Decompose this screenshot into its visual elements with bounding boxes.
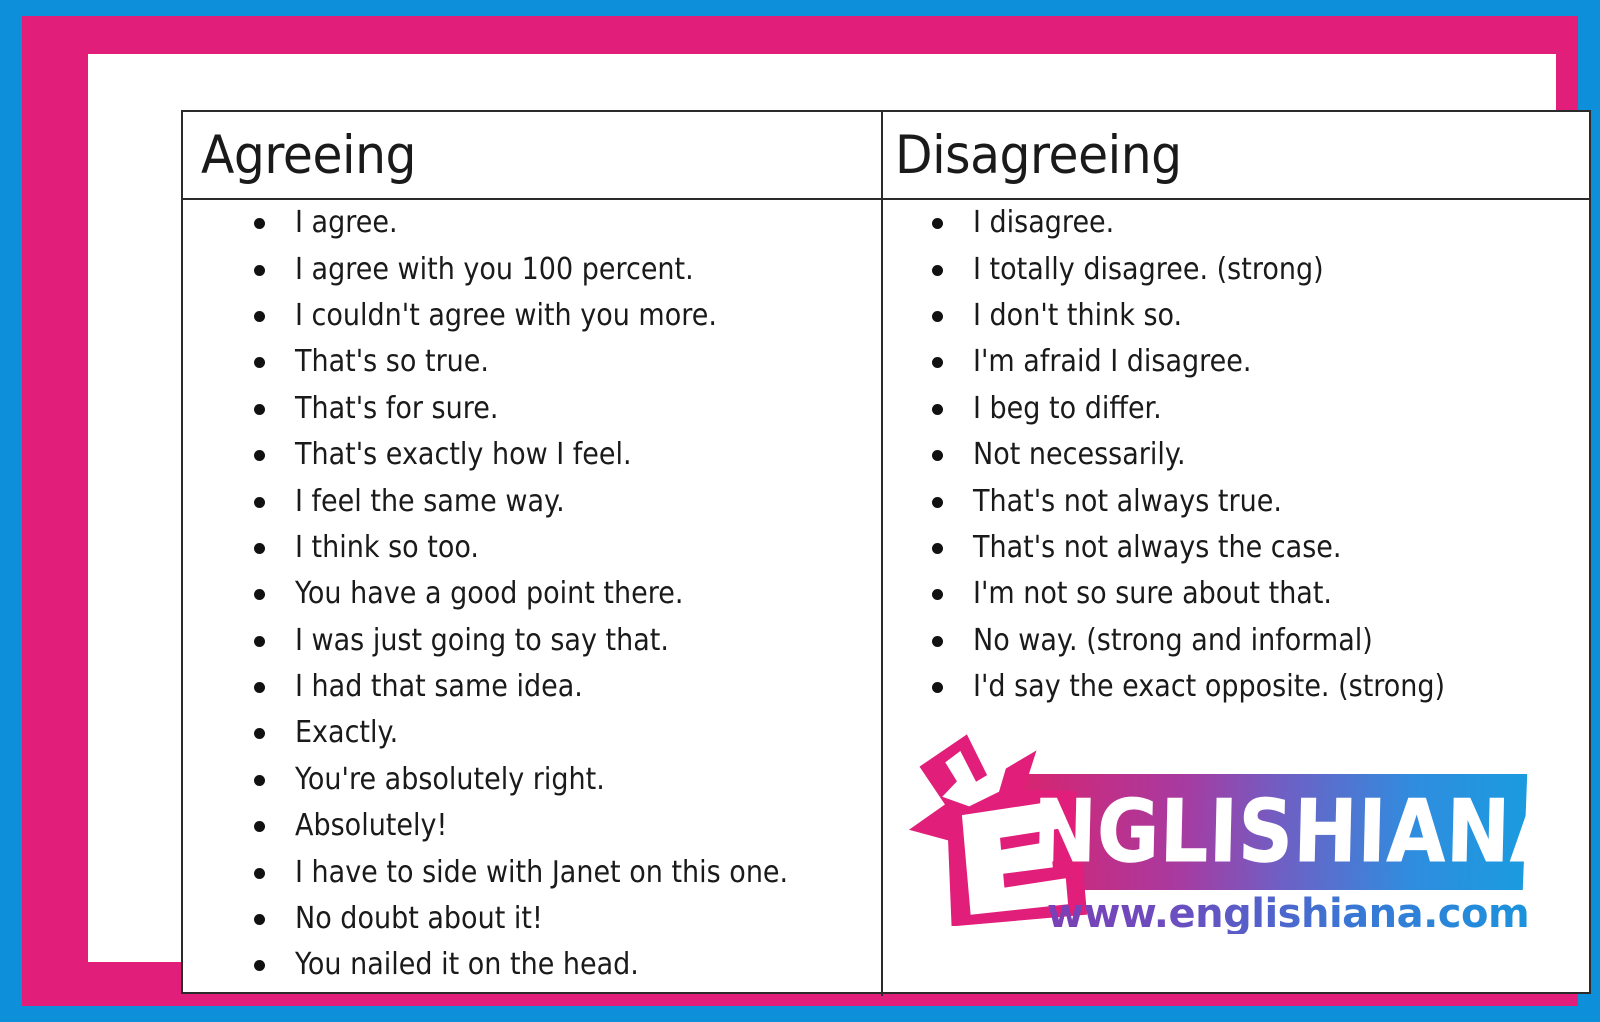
list-item: I totally disagree. (strong) [883,246,1591,292]
bullet-icon [254,450,265,462]
bullet-icon [932,542,943,554]
list-item: I think so too. [183,525,881,571]
list-item: I'd say the exact opposite. (strong) [883,664,1591,710]
column-header-agreeing-label: Agreeing [201,124,417,186]
bullet-icon [254,218,265,230]
list-item-label: I'd say the exact opposite. (strong) [973,669,1446,705]
list-item: No doubt about it! [183,896,881,942]
bullet-icon [932,310,943,322]
list-item: That's for sure. [183,386,881,432]
bullet-icon [254,960,265,972]
list-item: That's not always the case. [883,525,1591,571]
bullet-icon [254,867,265,879]
list-item: I beg to differ. [883,386,1591,432]
bullet-icon [254,403,265,415]
list-item-label: That's not always true. [973,483,1282,519]
bullet-icon [254,496,265,508]
list-item-label: That's so true. [295,344,489,380]
bullet-icon [932,682,943,694]
bullet-icon [254,542,265,554]
bullet-icon [932,589,943,601]
list-item: Absolutely! [183,803,881,849]
bullet-icon [254,264,265,276]
list-item: I was just going to say that. [183,618,881,664]
bullet-icon [254,589,265,601]
list-item: I couldn't agree with you more. [183,293,881,339]
list-item-label: I disagree. [973,205,1115,241]
englishiana-logo[interactable]: NGLISHIANA www.englishiana.com [903,726,1572,941]
bullet-icon [932,496,943,508]
list-item-label: No doubt about it! [295,901,543,937]
list-item: You have a good point there. [183,571,881,617]
list-item-label: You have a good point there. [295,576,684,612]
list-item: I'm afraid I disagree. [883,339,1591,385]
list-item-label: Not necessarily. [973,437,1186,473]
list-item-label: I feel the same way. [295,483,565,519]
list-item: No way. (strong and informal) [883,618,1591,664]
bullet-icon [932,403,943,415]
list-item-label: No way. (strong and informal) [973,622,1373,658]
list-item: I'm not so sure about that. [883,571,1591,617]
bullet-icon [932,450,943,462]
bullet-icon [254,635,265,647]
list-item: I agree with you 100 percent. [183,246,881,292]
list-item: Exactly. [183,710,881,756]
list-item-label: I agree with you 100 percent. [295,251,694,287]
column-header-disagreeing-label: Disagreeing [895,124,1182,186]
bullet-icon [254,682,265,694]
list-item-label: That's exactly how I feel. [295,437,632,473]
white-card: Agreeing Disagreeing I agree. I agree wit… [88,54,1591,996]
list-item: I agree. [183,200,881,246]
list-item-label: I don't think so. [973,297,1183,333]
agreeing-list: I agree. I agree with you 100 percent. I c… [183,200,881,989]
list-item: That's so true. [183,339,881,385]
list-item: Not necessarily. [883,432,1591,478]
bullet-icon [932,264,943,276]
bullet-icon [254,914,265,926]
list-item-label: That's not always the case. [973,529,1342,565]
list-item-label: I have to side with Janet on this one. [295,854,789,890]
list-item-label: I couldn't agree with you more. [295,297,717,333]
disagreeing-list: I disagree. I totally disagree. (strong) I… [883,200,1591,710]
list-item: I had that same idea. [183,664,881,710]
bullet-icon [254,821,265,833]
bullet-icon [932,357,943,369]
list-item: I have to side with Janet on this one. [183,849,881,895]
list-item: That's exactly how I feel. [183,432,881,478]
bullet-icon [932,635,943,647]
list-item: I don't think so. [883,293,1591,339]
column-header-disagreeing: Disagreeing [895,112,1575,198]
column-header-agreeing: Agreeing [201,112,861,198]
list-item: You're absolutely right. [183,757,881,803]
list-item-label: I was just going to say that. [295,622,669,658]
inner-pink-border: Agreeing Disagreeing I agree. I agree wit… [22,16,1591,1006]
list-item-label: I agree. [295,205,398,241]
bullet-icon [932,218,943,230]
bullet-icon [254,310,265,322]
list-item-label: You nailed it on the head. [295,947,639,983]
list-item: I feel the same way. [183,478,881,524]
logo-wordmark: NGLISHIANA [1031,782,1572,883]
list-item-label: Exactly. [295,715,399,751]
list-item-label: I think so too. [295,529,479,565]
list-item-label: I beg to differ. [973,390,1162,426]
list-item: You nailed it on the head. [183,942,881,988]
list-item-label: Absolutely! [295,808,448,844]
list-item: That's not always true. [883,478,1591,524]
list-item-label: That's for sure. [295,390,499,426]
list-item-label: I totally disagree. (strong) [973,251,1324,287]
bullet-icon [254,774,265,786]
list-item-label: I had that same idea. [295,669,583,705]
list-item-label: You're absolutely right. [295,761,605,797]
list-item-label: I'm afraid I disagree. [973,344,1252,380]
logo-url-text: www.englishiana.com [1047,891,1530,937]
list-item-label: I'm not so sure about that. [973,576,1333,612]
bullet-icon [254,728,265,740]
bullet-icon [254,357,265,369]
outer-blue-border: Agreeing Disagreeing I agree. I agree wit… [0,0,1600,1022]
list-item: I disagree. [883,200,1591,246]
